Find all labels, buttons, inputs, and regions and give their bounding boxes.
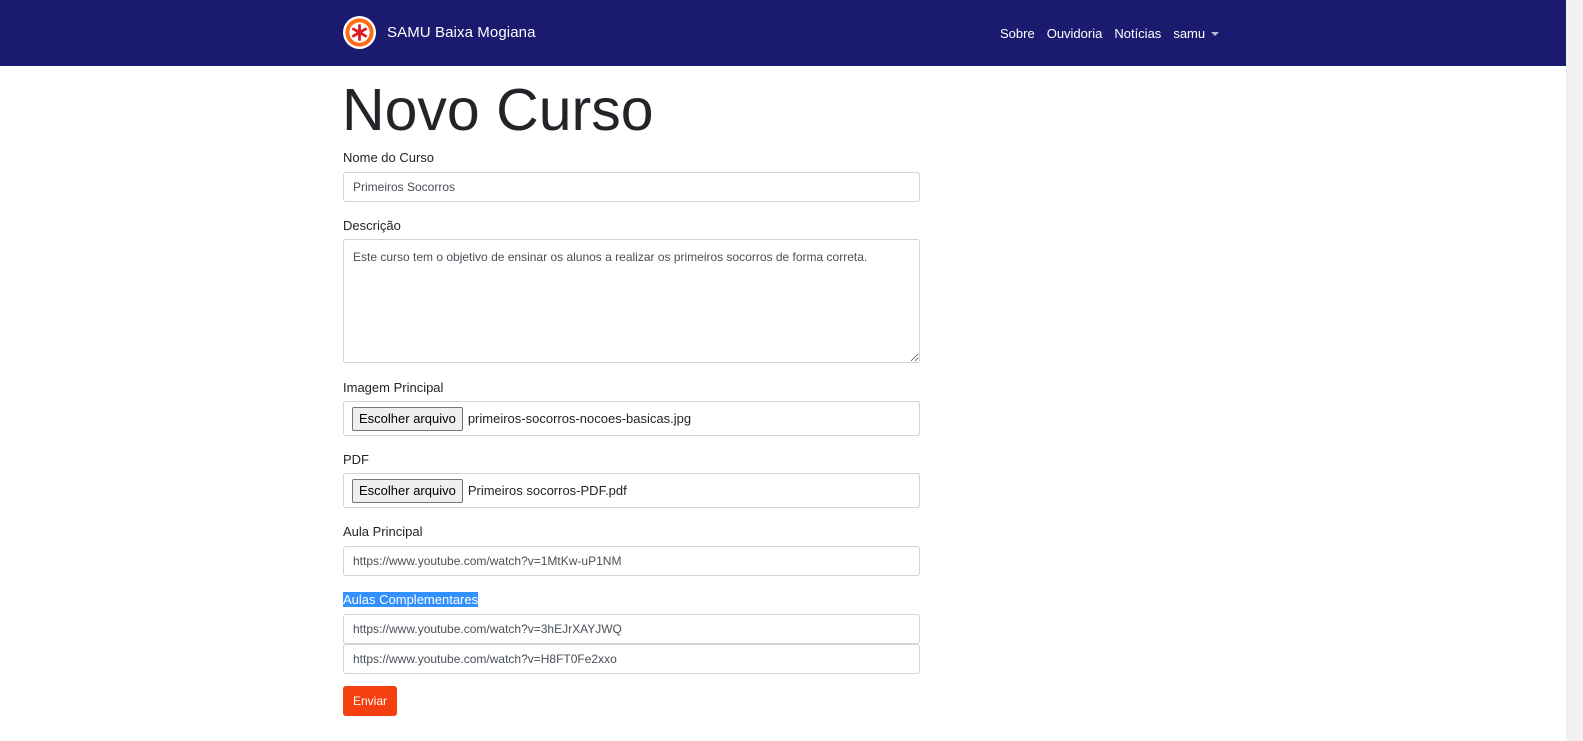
page: SAMU Baixa Mogiana Sobre Ouvidoria Notíc… [0, 0, 1583, 741]
choose-pdf-button[interactable]: Escolher arquivo [352, 478, 463, 503]
star-of-life-icon [342, 15, 377, 50]
nav-link-sobre[interactable]: Sobre [1000, 26, 1035, 41]
extra-lessons-label: Aulas Complementares [343, 592, 479, 607]
brand-name: SAMU Baixa Mogiana [387, 24, 536, 41]
page-title: Novo Curso [342, 77, 654, 143]
pdf-label: PDF [343, 452, 369, 467]
brand-link[interactable]: SAMU Baixa Mogiana [342, 15, 536, 50]
user-menu-dropdown[interactable]: samu [1173, 26, 1220, 41]
vertical-scrollbar[interactable] [1566, 0, 1583, 741]
main-lesson-input[interactable] [343, 546, 920, 576]
submit-button[interactable]: Enviar [343, 686, 398, 716]
choose-image-button[interactable]: Escolher arquivo [352, 406, 463, 431]
nav-link-ouvidoria[interactable]: Ouvidoria [1047, 26, 1103, 41]
main-image-file-input: Escolher arquivo primeiros-socorros-noco… [343, 401, 920, 436]
course-name-label: Nome do Curso [343, 150, 435, 165]
main-image-file-name: primeiros-socorros-nocoes-basicas.jpg [467, 411, 692, 426]
nav-link-noticias[interactable]: Notícias [1114, 26, 1161, 41]
top-navbar: SAMU Baixa Mogiana Sobre Ouvidoria Notíc… [0, 0, 1566, 66]
course-name-input[interactable] [343, 172, 920, 202]
nav-links: Sobre Ouvidoria Notícias samu [1000, 26, 1231, 41]
extra-lesson-input-2[interactable] [343, 644, 920, 674]
chevron-down-icon [1211, 31, 1220, 36]
pdf-file-name: Primeiros socorros-PDF.pdf [467, 483, 627, 498]
main-lesson-label: Aula Principal [343, 524, 423, 539]
main-image-label: Imagem Principal [343, 380, 444, 395]
description-label: Descrição [343, 218, 401, 233]
pdf-file-input: Escolher arquivo Primeiros socorros-PDF.… [343, 473, 920, 508]
user-menu-label: samu [1173, 26, 1206, 41]
description-textarea[interactable]: Este curso tem o objetivo de ensinar os … [343, 239, 920, 363]
extra-lesson-input-1[interactable] [343, 614, 920, 644]
